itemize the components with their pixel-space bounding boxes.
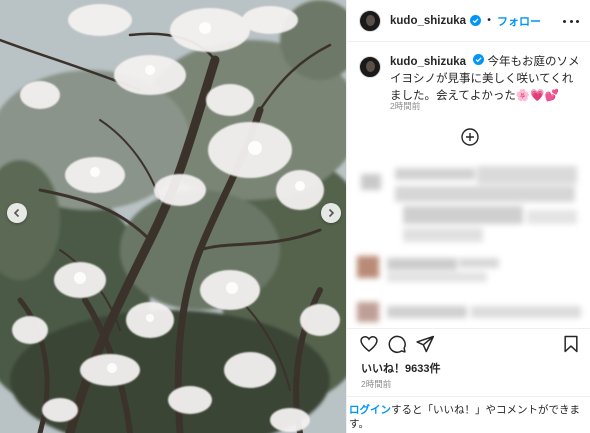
caption-avatar[interactable]	[359, 56, 381, 78]
follow-button[interactable]: フォロー	[497, 13, 541, 29]
share-icon[interactable]	[415, 334, 435, 354]
post-side-panel: kudo_shizuka • フォロー kudo_shizuka 今年もお庭のソ…	[346, 0, 590, 433]
username[interactable]: kudo_shizuka	[390, 15, 466, 27]
caption-timestamp: 2時間前	[390, 101, 421, 111]
caption: kudo_shizuka 今年もお庭のソメイヨシノが見事に美しく咲いてくれました…	[359, 54, 581, 105]
more-options-icon[interactable]	[563, 14, 579, 28]
add-circle-icon[interactable]	[461, 128, 479, 146]
login-prompt: ログインすると「いいね！」やコメントができます。	[347, 396, 590, 433]
caption-body: kudo_shizuka 今年もお庭のソメイヨシノが見事に美しく咲いてくれました…	[390, 54, 581, 105]
blurred-comment-3	[347, 296, 590, 328]
verified-badge-icon	[470, 15, 482, 26]
heart-icon[interactable]	[359, 334, 379, 354]
carousel-next-button[interactable]	[321, 203, 341, 223]
post-header: kudo_shizuka • フォロー	[347, 0, 590, 42]
bookmark-icon[interactable]	[561, 334, 581, 354]
carousel-prev-button[interactable]	[7, 203, 27, 223]
action-bar	[347, 328, 590, 358]
blurred-comment-2	[347, 250, 590, 290]
post-photo[interactable]	[0, 0, 346, 433]
caption-username[interactable]: kudo_shizuka	[390, 56, 466, 68]
separator-dot: •	[486, 15, 492, 26]
likes-count[interactable]: いいね！9633件	[361, 360, 440, 376]
cherry-blossom-image	[0, 0, 346, 433]
comment-icon[interactable]	[387, 334, 407, 354]
chevron-right-icon	[328, 208, 335, 218]
post-timestamp: 2時間前	[361, 379, 392, 389]
verified-badge-icon	[473, 54, 485, 65]
chevron-left-icon	[13, 208, 20, 218]
avatar[interactable]	[359, 9, 381, 32]
login-link[interactable]: ログイン	[349, 404, 391, 416]
blurred-comment-1	[347, 160, 590, 250]
